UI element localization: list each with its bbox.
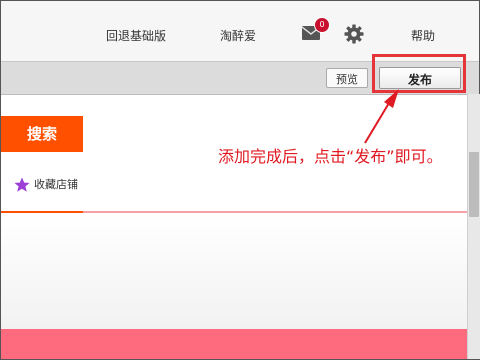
mail-count-badge: 0 — [314, 17, 330, 33]
preview-button[interactable]: 预览 — [326, 68, 368, 88]
nav-revert-basic-link[interactable]: 回退基础版 — [106, 27, 166, 44]
top-navigation: 回退基础版 淘醉爱 0 帮助 — [1, 1, 479, 61]
search-button[interactable]: 搜索 — [1, 116, 83, 152]
instruction-annotation: 添加完成后，点击“发布”即可。 — [218, 147, 443, 166]
active-tab-underline — [1, 211, 83, 213]
vertical-scrollbar[interactable] — [467, 94, 480, 359]
annotation-arrow-icon — [364, 89, 399, 144]
gear-icon[interactable] — [344, 24, 364, 44]
nav-help-link[interactable]: 帮助 — [411, 27, 435, 44]
scrollbar-thumb[interactable] — [469, 152, 479, 217]
star-icon — [14, 177, 30, 192]
content-divider — [83, 211, 467, 213]
footer-banner — [1, 329, 467, 359]
favorite-store-label: 收藏店铺 — [34, 178, 78, 191]
content-area — [1, 214, 467, 329]
nav-taobao-love-link[interactable]: 淘醉爱 — [220, 27, 256, 44]
